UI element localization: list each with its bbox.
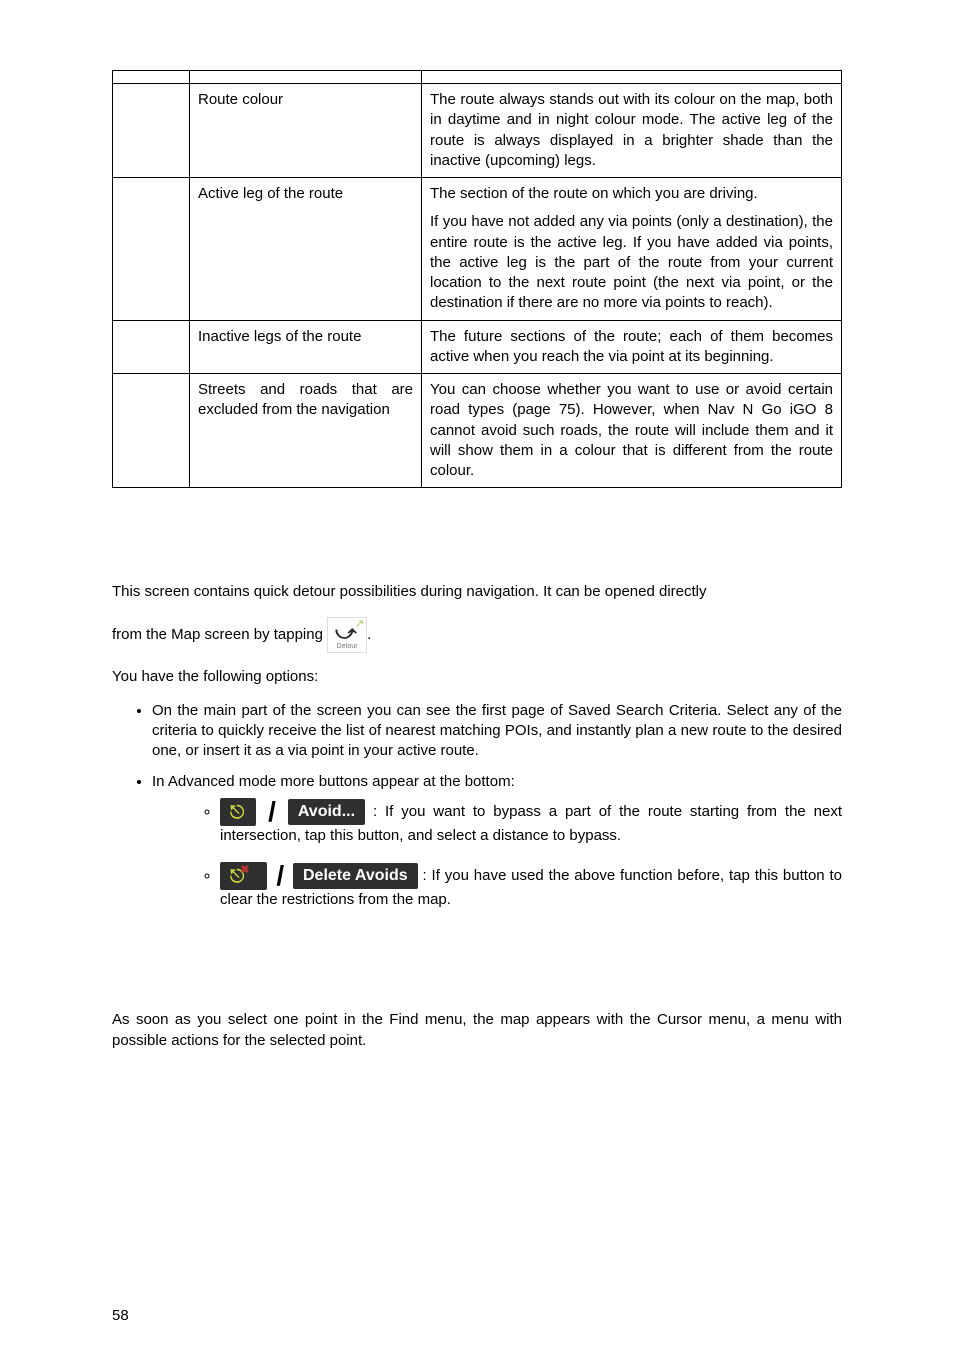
list-item: ⎋✖ / Delete Avoids : If you have used th…	[220, 862, 842, 910]
cell	[113, 320, 190, 374]
detour-tap-line: from the Map screen by tapping ⤻ ↗ Detou…	[112, 617, 842, 653]
delete-avoids-button-icon: ⎋✖	[220, 862, 267, 890]
text: In Advanced mode more buttons appear at …	[152, 773, 515, 790]
delete-x-icon: ✖	[240, 864, 249, 876]
cell-intro: The section of the route on which you ar…	[430, 184, 833, 204]
detour-intro: This screen contains quick detour possib…	[112, 582, 842, 602]
delete-avoids-button: Delete Avoids	[293, 863, 418, 889]
table-row: Route colour The route always stands out…	[113, 84, 842, 178]
cell: The route always stands out with its col…	[422, 84, 842, 178]
cell	[113, 178, 190, 321]
text: .	[367, 625, 371, 642]
list-item: In Advanced mode more buttons appear at …	[152, 772, 842, 911]
cell	[113, 374, 190, 488]
text: from the Map screen by tapping	[112, 625, 327, 642]
avoid-button-icon: ⎋	[220, 798, 256, 826]
cell: Inactive legs of the route	[190, 320, 422, 374]
table-row: Streets and roads that are excluded from…	[113, 374, 842, 488]
table-row: Inactive legs of the route The future se…	[113, 320, 842, 374]
cell: Streets and roads that are excluded from…	[190, 374, 422, 488]
detour-icon: ⤻ ↗ Detour	[327, 617, 367, 653]
cell-body: If you have not added any via points (on…	[430, 212, 833, 313]
list-item: On the main part of the screen you can s…	[152, 701, 842, 762]
cell: Active leg of the route	[190, 178, 422, 321]
avoid-arrow-icon: ⎋	[230, 802, 244, 822]
slash-separator: /	[268, 801, 276, 823]
cursor-menu-paragraph: As soon as you select one point in the F…	[112, 1010, 842, 1051]
cell: The section of the route on which you ar…	[422, 178, 842, 321]
options-list: On the main part of the screen you can s…	[112, 701, 842, 911]
cell	[113, 71, 190, 84]
slash-separator: /	[276, 865, 284, 887]
cell: The future sections of the route; each o…	[422, 320, 842, 374]
detour-arrow-small-icon: ↗	[355, 619, 364, 630]
list-item: ⎋ / Avoid... : If you want to bypass a p…	[220, 798, 842, 846]
table-row	[113, 71, 842, 84]
cell: You can choose whether you want to use o…	[422, 374, 842, 488]
detour-arrow-icon: ⤻	[335, 623, 356, 643]
cell	[113, 84, 190, 178]
sub-options-list: ⎋ / Avoid... : If you want to bypass a p…	[192, 798, 842, 911]
avoid-button: Avoid...	[288, 799, 365, 825]
route-table: Route colour The route always stands out…	[112, 70, 842, 488]
detour-icon-label: Detour	[327, 642, 367, 651]
options-heading: You have the following options:	[112, 667, 842, 687]
cell: Route colour	[190, 84, 422, 178]
cell	[190, 71, 422, 84]
cell	[422, 71, 842, 84]
table-row: Active leg of the route The section of t…	[113, 178, 842, 321]
page-number: 58	[112, 1306, 129, 1326]
